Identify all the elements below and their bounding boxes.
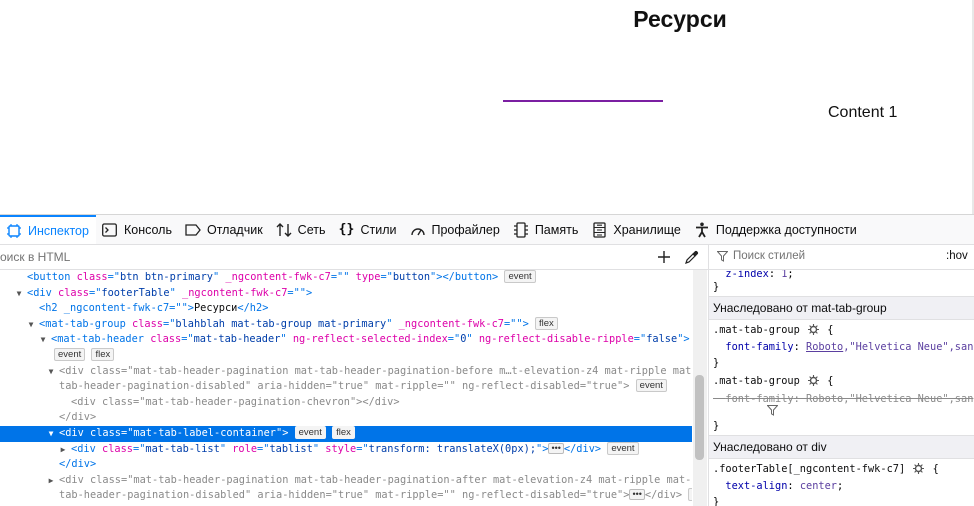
expand-twisty-icon[interactable]: ▼: [14, 286, 24, 302]
markup-node-button[interactable]: <button class="btn btn-primary" _ngconte…: [0, 270, 692, 286]
filter-icon: [717, 251, 728, 265]
expand-twisty-icon[interactable]: ▼: [26, 317, 36, 333]
rule-declaration[interactable]: font-family: Roboto,"Helvetica Neue",san: [709, 340, 974, 356]
rule-close: }: [709, 419, 974, 435]
tab-label: Сеть: [298, 223, 326, 237]
tab-console[interactable]: Консоль: [96, 215, 179, 244]
markup-node-pagination-before[interactable]: ▼ <div class="mat-tab-header-pagination …: [0, 364, 692, 380]
add-node-icon[interactable]: [654, 247, 674, 267]
rule-declaration[interactable]: text-align: center;: [709, 479, 974, 495]
markup-tree: <button class="btn btn-primary" _ngconte…: [0, 270, 692, 506]
event-badge[interactable]: event: [607, 442, 638, 455]
markup-badges-row: event flex: [0, 348, 692, 364]
filter-styles-input[interactable]: [731, 249, 935, 263]
event-badge[interactable]: event: [636, 379, 667, 392]
tab-accessibility[interactable]: Поддержка доступности: [688, 215, 864, 244]
accessibility-icon: [694, 222, 710, 238]
rule-selector[interactable]: .mat-tab-group {: [709, 323, 974, 341]
scrollbar-thumb[interactable]: [695, 375, 704, 460]
markup-node-chevron[interactable]: <div class="mat-tab-header-pagination-ch…: [0, 395, 692, 411]
markup-node-pagination-after-cont[interactable]: tab-header-pagination-disabled" aria-hid…: [0, 488, 692, 504]
tab-memory[interactable]: Память: [507, 215, 586, 244]
tab-label: Хранилище: [613, 223, 681, 237]
event-badge[interactable]: event: [295, 426, 326, 439]
flex-badge[interactable]: flex: [91, 348, 114, 361]
rule-selector[interactable]: .footerTable[_ngcontent-fwk-c7] {: [709, 462, 974, 480]
inspector-icon: [6, 223, 22, 239]
font-link[interactable]: Roboto: [806, 341, 843, 353]
storage-icon: [591, 222, 607, 238]
event-badge[interactable]: event: [504, 270, 535, 283]
network-icon: [276, 222, 292, 238]
memory-icon: [513, 222, 529, 238]
tab-label: Консоль: [124, 223, 172, 237]
markup-node-footer-table[interactable]: ▼ <div class="footerTable" _ngcontent-fw…: [0, 286, 692, 302]
tab-style-editor[interactable]: {} Стили: [332, 215, 403, 244]
markup-node-pagination-after[interactable]: ▶ <div class="mat-tab-header-pagination …: [0, 473, 692, 489]
rules-filter-bar: :hov: [709, 245, 974, 270]
markup-close-div[interactable]: </div>: [0, 457, 692, 473]
markup-node-mat-tab-header[interactable]: ▼ <mat-tab-header class="mat-tab-header"…: [0, 332, 692, 348]
markup-node-label-container[interactable]: ▼ <div class="mat-tab-label-container"> …: [0, 426, 692, 442]
event-badge[interactable]: event: [688, 488, 692, 501]
rule-close: }: [709, 356, 974, 372]
gear-icon[interactable]: [808, 324, 819, 341]
eyedropper-icon[interactable]: [682, 247, 702, 267]
debugger-icon: [185, 222, 201, 238]
flex-badge[interactable]: flex: [332, 426, 355, 439]
gear-icon[interactable]: [913, 463, 924, 480]
flex-badge[interactable]: flex: [535, 317, 558, 330]
collapsed-children-icon[interactable]: •••: [548, 443, 563, 454]
markup-node-tab-list[interactable]: ▶ <div class="mat-tab-list" role="tablis…: [0, 442, 692, 458]
tab-label: Стили: [360, 223, 396, 237]
collapse-twisty-icon[interactable]: ▶: [46, 473, 56, 489]
gear-icon[interactable]: [808, 375, 819, 392]
tab-network[interactable]: Сеть: [270, 215, 333, 244]
event-badge[interactable]: event: [54, 348, 85, 361]
tab-content: Content 1: [828, 104, 897, 122]
inherited-header: Унаследовано от div: [709, 435, 974, 459]
tab-ink-bar: [503, 100, 663, 102]
rule-close: }: [709, 280, 974, 296]
devtools-panel: Инспектор Консоль Отладчик Сеть {}Стили …: [0, 214, 974, 506]
rule-filter-row: [709, 407, 974, 419]
tab-inspector[interactable]: Инспектор: [0, 215, 96, 244]
filter-icon[interactable]: [767, 405, 778, 422]
rule-close: }: [709, 495, 974, 506]
tab-profiler[interactable]: Профайлер: [404, 215, 507, 244]
profiler-icon: [410, 222, 426, 238]
markup-node-pagination-before-cont[interactable]: tab-header-pagination-disabled" aria-hid…: [0, 379, 692, 395]
expand-twisty-icon[interactable]: ▼: [46, 364, 56, 380]
devtools-toolbar: Инспектор Консоль Отладчик Сеть {}Стили …: [0, 215, 974, 245]
expand-twisty-icon[interactable]: ▼: [38, 332, 48, 348]
tab-storage[interactable]: Хранилище: [585, 215, 688, 244]
tab-label: Инспектор: [28, 224, 89, 238]
rules-panel: :hov z-index: 1; } Унаследовано от mat-t…: [709, 245, 974, 506]
markup-search-bar: [0, 245, 708, 270]
tab-debugger[interactable]: Отладчик: [179, 215, 270, 244]
style-editor-icon: {}: [338, 222, 354, 238]
rule-selector[interactable]: .mat-tab-group {: [709, 374, 974, 392]
markup-node-mat-tab-group[interactable]: ▼ <mat-tab-group class="blahblah mat-tab…: [0, 317, 692, 333]
collapsed-children-icon[interactable]: •••: [629, 489, 644, 500]
inherited-header: Унаследовано от mat-tab-group: [709, 296, 974, 320]
markup-scrollbar[interactable]: [693, 270, 707, 506]
tab-label: Профайлер: [432, 223, 500, 237]
expand-twisty-icon[interactable]: ▼: [46, 426, 56, 442]
markup-close-div[interactable]: </div>: [0, 410, 692, 426]
collapse-twisty-icon[interactable]: ▶: [58, 442, 68, 458]
search-html-input[interactable]: [0, 248, 640, 266]
tab-label: Память: [535, 223, 579, 237]
hov-toggle[interactable]: :hov: [946, 250, 968, 262]
console-icon: [102, 222, 118, 238]
page-title: Ресурси: [600, 6, 760, 33]
markup-node-h2[interactable]: <h2 _ngcontent-fwk-c7="">Ресурси</h2>: [0, 301, 692, 317]
tab-label: Отладчик: [207, 223, 263, 237]
overridden-declaration[interactable]: font-family: Roboto,"Helvetica Neue",san: [709, 392, 974, 408]
page-viewport: Ресурси Content 1: [0, 0, 974, 214]
tab-label: Поддержка доступности: [716, 223, 857, 237]
